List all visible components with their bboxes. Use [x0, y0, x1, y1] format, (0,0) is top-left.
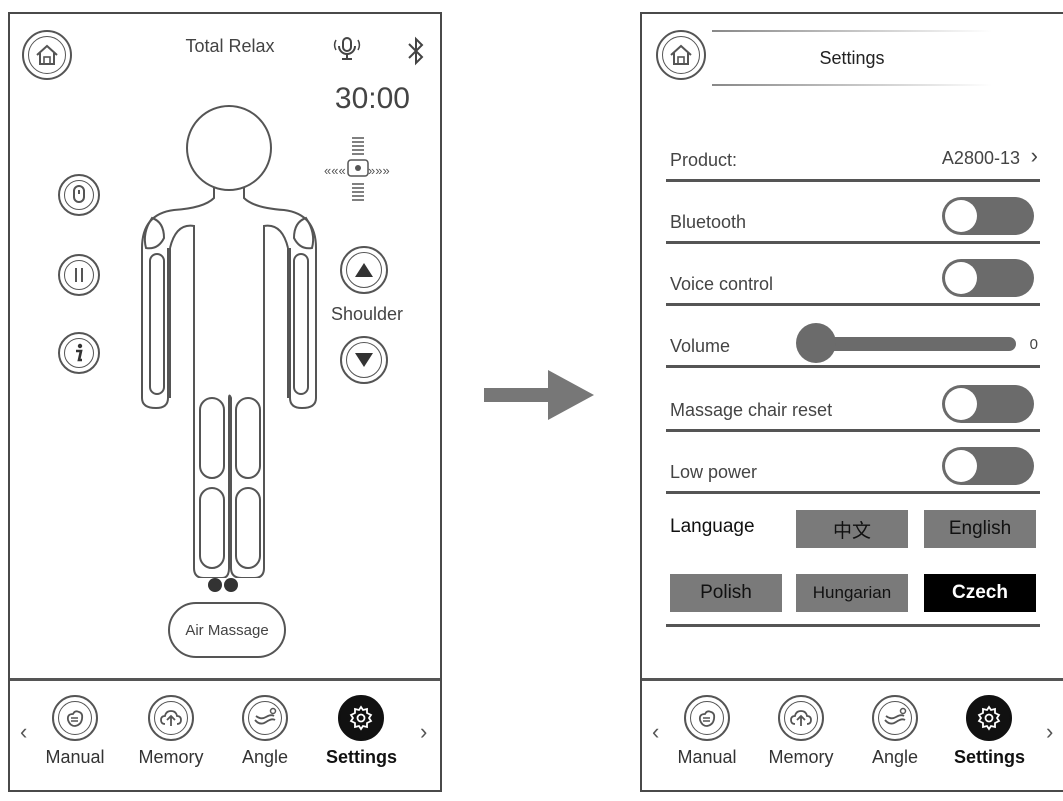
timer-display: 30:00 — [334, 82, 410, 115]
nav-item-angle[interactable]: Angle — [230, 695, 300, 768]
language-option-polish[interactable]: Polish — [670, 574, 782, 612]
chair-reset-toggle[interactable] — [942, 385, 1034, 423]
program-title: Total Relax — [185, 36, 275, 56]
nav-label-settings: Settings — [326, 747, 398, 767]
position-indicator-icon: ««« »»» — [324, 137, 390, 201]
indicator-dot — [224, 578, 238, 592]
nav-label-manual: Manual — [45, 747, 105, 767]
language-label: Language — [670, 516, 755, 537]
section-divider — [666, 624, 1040, 627]
chevron-right-icon[interactable]: › — [1031, 143, 1038, 169]
settings-row-chair-reset: Massage chair reset — [666, 370, 1040, 432]
voice-control-toggle[interactable] — [942, 259, 1034, 297]
chevron-left-icon[interactable]: ‹ — [20, 719, 27, 745]
low-power-label: Low power — [670, 462, 758, 482]
chevron-right-icon[interactable]: › — [1046, 719, 1053, 745]
nav-item-manual[interactable]: Manual — [672, 695, 742, 768]
svg-text:«««: ««« — [324, 163, 346, 178]
move-down-button[interactable] — [340, 336, 388, 384]
language-option-czech[interactable]: Czech — [924, 574, 1036, 612]
language-option-english[interactable]: English — [924, 510, 1036, 548]
nav-label-angle: Angle — [241, 747, 289, 767]
body-part-label: Shoulder — [330, 304, 404, 324]
move-up-button[interactable] — [340, 246, 388, 294]
low-power-toggle[interactable] — [942, 447, 1034, 485]
massage-control-screen: Total Relax 30:00 ««« »»» Shoulder Air M… — [8, 12, 442, 792]
volume-label: Volume — [670, 336, 731, 356]
settings-row-voice-control: Voice control — [666, 244, 1040, 306]
body-silhouette — [141, 105, 317, 578]
info-button[interactable] — [58, 332, 100, 374]
chevron-right-icon[interactable]: › — [420, 719, 427, 745]
volume-value: 0 — [1029, 336, 1038, 353]
gear-icon — [349, 705, 373, 731]
voice-control-label: Voice control — [670, 274, 774, 294]
page-title: Settings — [819, 48, 885, 68]
air-massage-button[interactable]: Air Massage — [168, 602, 286, 658]
nav-item-memory[interactable]: Memory — [766, 695, 836, 768]
bluetooth-label: Bluetooth — [670, 212, 747, 232]
indicator-dot — [208, 578, 222, 592]
header-divider — [712, 84, 992, 86]
bottom-navigation: ‹ Manual Memory Angle Settings › — [642, 678, 1063, 801]
pause-button[interactable] — [58, 254, 100, 296]
nav-item-settings[interactable]: Settings — [954, 695, 1026, 768]
settings-screen: Settings Product: A2800-13 › Bluetooth V… — [640, 12, 1063, 792]
nav-label-manual: Manual — [677, 747, 737, 767]
volume-slider-handle[interactable] — [796, 323, 836, 363]
settings-row-bluetooth: Bluetooth — [666, 182, 1040, 244]
chair-reset-label: Massage chair reset — [670, 400, 833, 420]
nav-item-angle[interactable]: Angle — [860, 695, 930, 768]
home-button[interactable] — [22, 30, 72, 80]
bluetooth-icon[interactable] — [404, 36, 428, 66]
microphone-icon[interactable] — [332, 34, 362, 64]
bluetooth-toggle[interactable] — [942, 197, 1034, 235]
svg-text:»»»: »»» — [368, 163, 390, 178]
voice-button[interactable] — [58, 174, 100, 216]
nav-label-angle: Angle — [871, 747, 919, 767]
product-value: A2800-13 — [941, 148, 1020, 168]
settings-row-low-power: Low power — [666, 432, 1040, 494]
chevron-left-icon[interactable]: ‹ — [652, 719, 659, 745]
language-option-chinese[interactable]: 中文 — [796, 510, 908, 548]
nav-item-manual[interactable]: Manual — [40, 695, 110, 768]
nav-label-settings: Settings — [954, 747, 1026, 767]
nav-label-memory: Memory — [138, 747, 204, 767]
settings-row-product[interactable]: Product: A2800-13 › — [666, 120, 1040, 182]
transition-arrow-icon — [484, 370, 594, 420]
nav-item-settings[interactable]: Settings — [326, 695, 398, 768]
header-divider — [712, 30, 992, 32]
nav-item-memory[interactable]: Memory — [136, 695, 206, 768]
product-label: Product: — [670, 150, 738, 170]
nav-label-memory: Memory — [768, 747, 834, 767]
home-button[interactable] — [656, 30, 706, 80]
language-option-hungarian[interactable]: Hungarian — [796, 574, 908, 612]
bottom-navigation: ‹ Manual Memory Angle Settings › — [10, 678, 440, 801]
settings-row-volume: Volume 0 — [666, 306, 1040, 368]
gear-icon — [977, 705, 1001, 731]
